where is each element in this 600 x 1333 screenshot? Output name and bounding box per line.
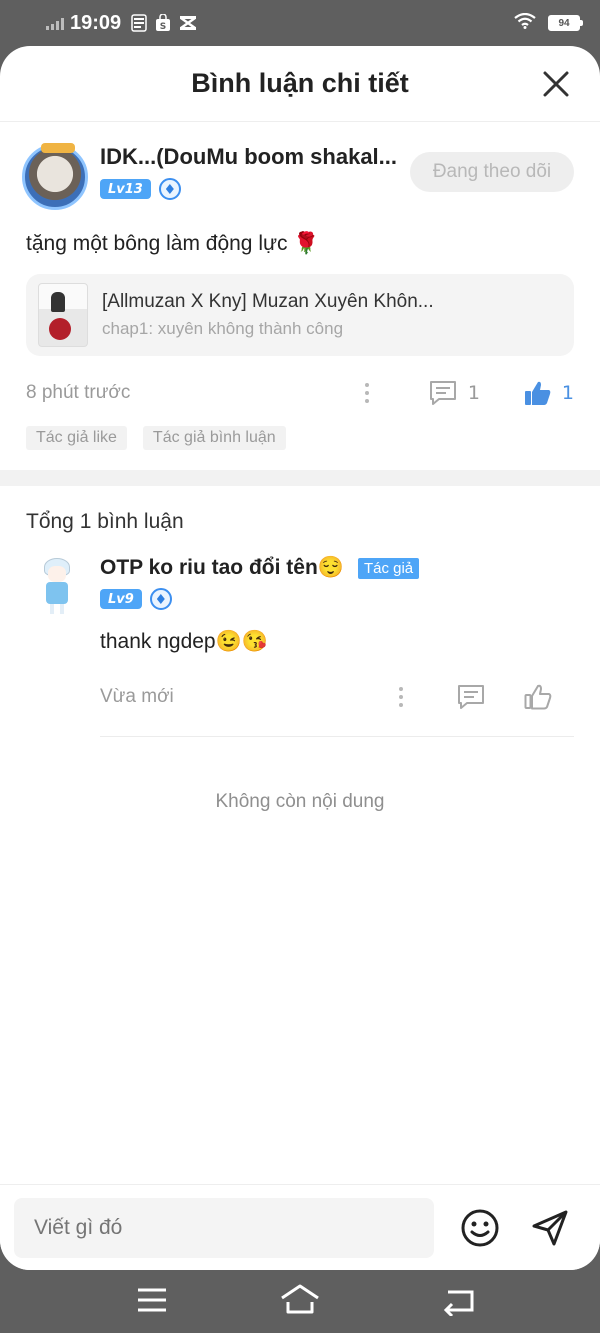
section-divider bbox=[0, 470, 600, 486]
diamond-icon bbox=[149, 588, 172, 610]
like-button[interactable]: 1 bbox=[524, 380, 574, 406]
status-bar: 19:09 S 94 bbox=[0, 0, 600, 46]
system-nav-bar bbox=[0, 1270, 600, 1333]
story-card[interactable]: [Allmuzan X Kny] Muzan Xuyên Khôn... cha… bbox=[26, 274, 574, 356]
author-name[interactable]: IDK...(DouMu boom shakal... bbox=[100, 144, 398, 170]
more-options-icon[interactable] bbox=[364, 383, 370, 403]
status-time: 19:09 bbox=[70, 11, 122, 34]
comment-text: tặng một bông làm động lực 🌹 bbox=[26, 232, 574, 256]
comment-time: 8 phút trước bbox=[26, 382, 131, 403]
comment-tags: Tác giả like Tác giả bình luận bbox=[26, 426, 574, 450]
story-title: [Allmuzan X Kny] Muzan Xuyên Khôn... bbox=[102, 291, 434, 312]
battery-icon: 94 bbox=[548, 15, 583, 31]
sheet-header: Bình luận chi tiết bbox=[0, 46, 600, 122]
comment-icon bbox=[429, 381, 456, 405]
comment-input[interactable] bbox=[14, 1197, 434, 1258]
writer-badge-icon bbox=[41, 143, 75, 153]
tag-author-like: Tác giả like bbox=[26, 426, 127, 450]
like-count: 1 bbox=[561, 382, 574, 404]
signal-icon bbox=[46, 16, 64, 30]
home-icon[interactable] bbox=[280, 1284, 320, 1316]
reply-item: OTP ko riu tao đổi tên😌 Tác giả Lv9 than… bbox=[26, 556, 574, 737]
reply-time: Vừa mới bbox=[100, 686, 174, 707]
more-options-icon[interactable] bbox=[398, 687, 404, 707]
replies-section: Tổng 1 bình luận OTP ko riu tao đổi tên😌… bbox=[0, 486, 600, 813]
reply-button[interactable]: 1 bbox=[428, 380, 480, 406]
avatar[interactable] bbox=[22, 143, 88, 210]
story-chapter: chap1: xuyên không thành công bbox=[102, 319, 344, 338]
reply-avatar[interactable] bbox=[32, 556, 82, 616]
author-tag-badge: Tác giả bbox=[357, 557, 420, 579]
wifi-icon bbox=[514, 12, 536, 34]
reply-meta: Vừa mới bbox=[100, 682, 574, 712]
story-thumbnail bbox=[38, 283, 88, 347]
thumbs-up-icon bbox=[524, 381, 551, 405]
level-badge: Lv9 bbox=[100, 589, 142, 609]
comment-meta: 8 phút trước 1 1 bbox=[26, 378, 574, 408]
rose-emoji: 🌹 bbox=[293, 232, 320, 255]
tag-author-commented: Tác giả bình luận bbox=[142, 426, 286, 450]
emoji-icon[interactable] bbox=[460, 1208, 500, 1248]
page-title: Bình luận chi tiết bbox=[191, 68, 409, 98]
reply-count: 1 bbox=[467, 382, 480, 404]
back-icon[interactable] bbox=[440, 1284, 480, 1316]
battery-level: 94 bbox=[550, 17, 578, 29]
following-button[interactable]: Đang theo dõi bbox=[410, 152, 574, 192]
svg-text:S: S bbox=[160, 22, 166, 32]
level-badge: Lv13 bbox=[100, 179, 151, 199]
reply-comment-icon[interactable] bbox=[456, 684, 486, 710]
comment-input-bar bbox=[0, 1184, 600, 1270]
replies-total: Tổng 1 bình luận bbox=[26, 510, 184, 533]
thumbs-up-outline-icon[interactable] bbox=[524, 684, 552, 710]
comment-text-body: tặng một bông làm động lực bbox=[26, 232, 288, 255]
reply-author-name[interactable]: OTP ko riu tao đổi tên😌 bbox=[100, 556, 344, 580]
close-icon[interactable] bbox=[542, 70, 570, 98]
reply-separator bbox=[100, 736, 574, 737]
comment-detail-sheet: Bình luận chi tiết IDK...(DouMu boom sha… bbox=[0, 46, 600, 1270]
end-of-content: Không còn nội dung bbox=[215, 791, 385, 812]
reply-text: thank ngdep😉😘 bbox=[100, 630, 268, 653]
main-comment: IDK...(DouMu boom shakal... Lv13 Đang th… bbox=[0, 122, 600, 450]
diamond-icon bbox=[158, 178, 181, 200]
capcut-icon bbox=[179, 15, 197, 31]
shopee-icon: S bbox=[155, 14, 171, 32]
menu-icon[interactable] bbox=[134, 1284, 174, 1316]
news-icon bbox=[131, 14, 147, 32]
send-icon[interactable] bbox=[530, 1208, 570, 1248]
